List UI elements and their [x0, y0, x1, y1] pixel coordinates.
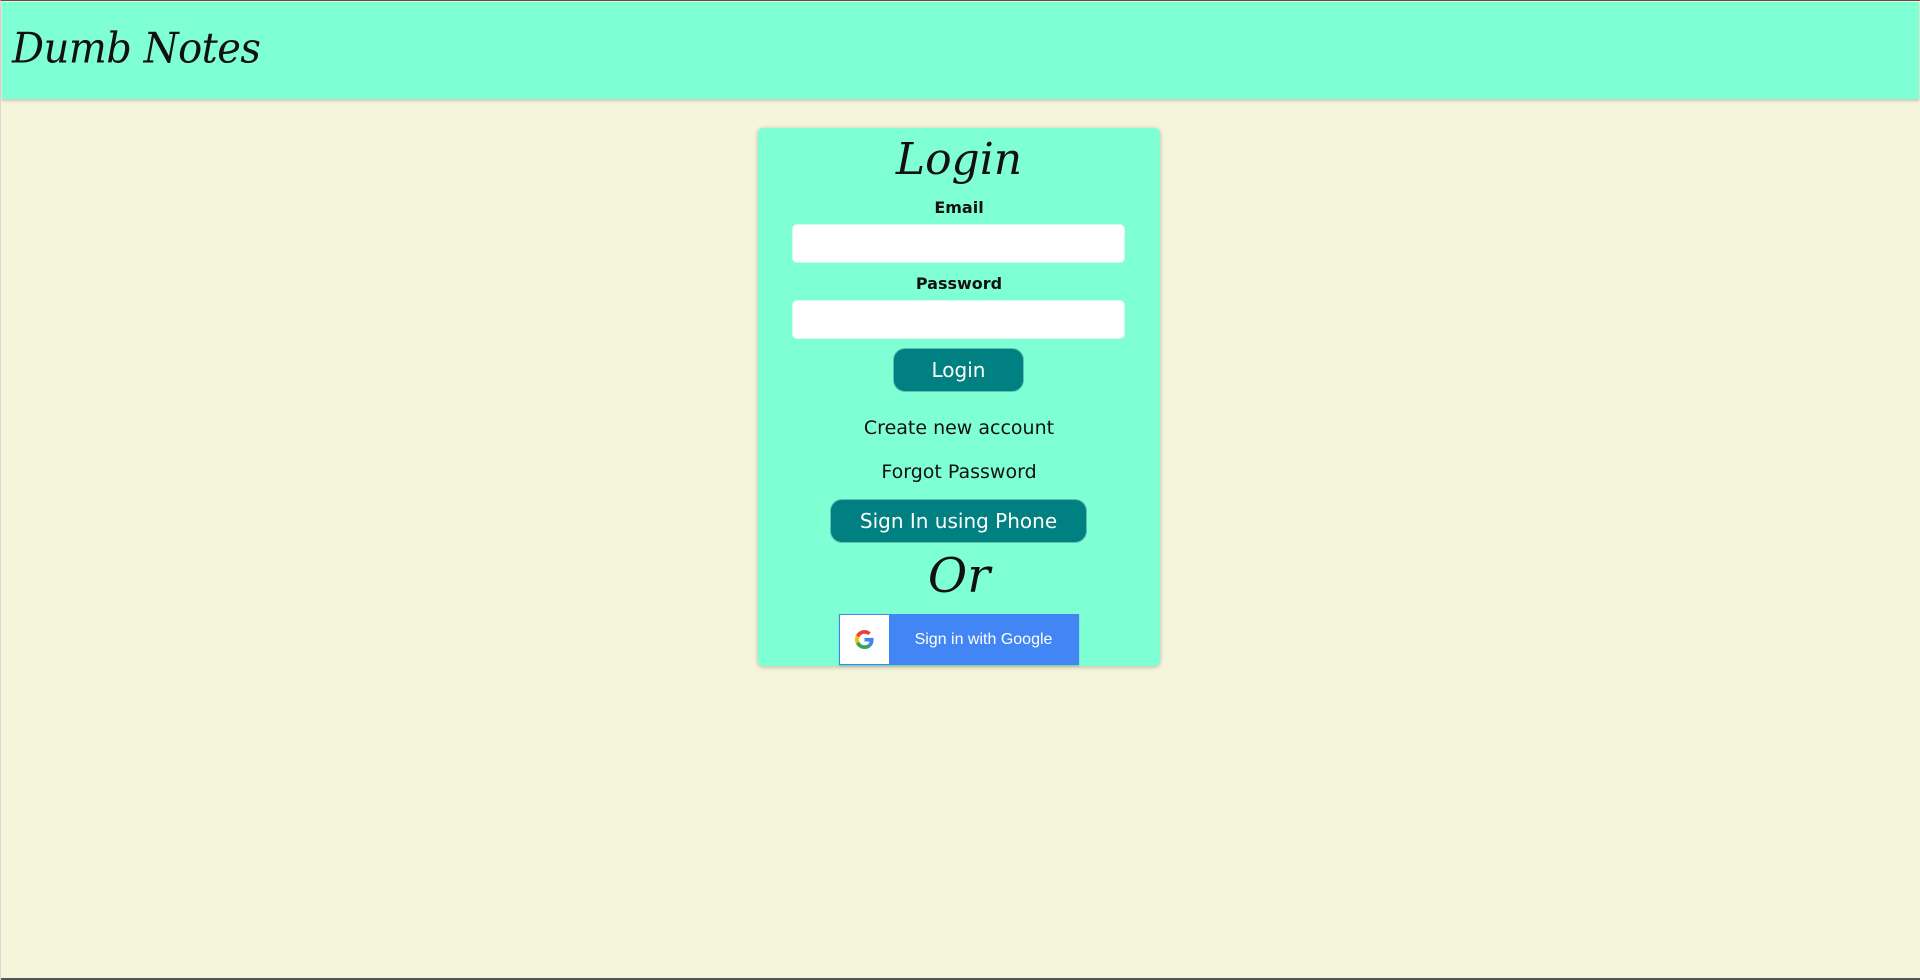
google-icon-container — [840, 615, 889, 664]
top-navbar: Dumb Notes — [2, 2, 1919, 100]
email-input[interactable] — [792, 224, 1125, 263]
login-card: Login Email Password Login Create new ac… — [758, 128, 1160, 666]
create-account-link[interactable]: Create new account — [758, 417, 1160, 439]
forgot-password-link[interactable]: Forgot Password — [758, 461, 1160, 483]
sign-in-phone-button[interactable]: Sign In using Phone — [830, 499, 1087, 543]
google-sign-in-label: Sign in with Google — [914, 631, 1053, 648]
password-label: Password — [915, 274, 1003, 293]
brand-title[interactable]: Dumb Notes — [12, 25, 261, 73]
login-button[interactable]: Login — [893, 348, 1024, 392]
google-sign-in-button[interactable]: Sign in with Google — [839, 614, 1079, 665]
google-g-icon — [855, 630, 874, 649]
page: Dumb Notes Login Email Password Login Cr… — [0, 0, 1920, 980]
password-input[interactable] — [792, 300, 1125, 339]
email-label: Email — [934, 198, 984, 217]
or-divider-text: Or — [927, 548, 991, 604]
login-title: Login — [895, 134, 1023, 185]
